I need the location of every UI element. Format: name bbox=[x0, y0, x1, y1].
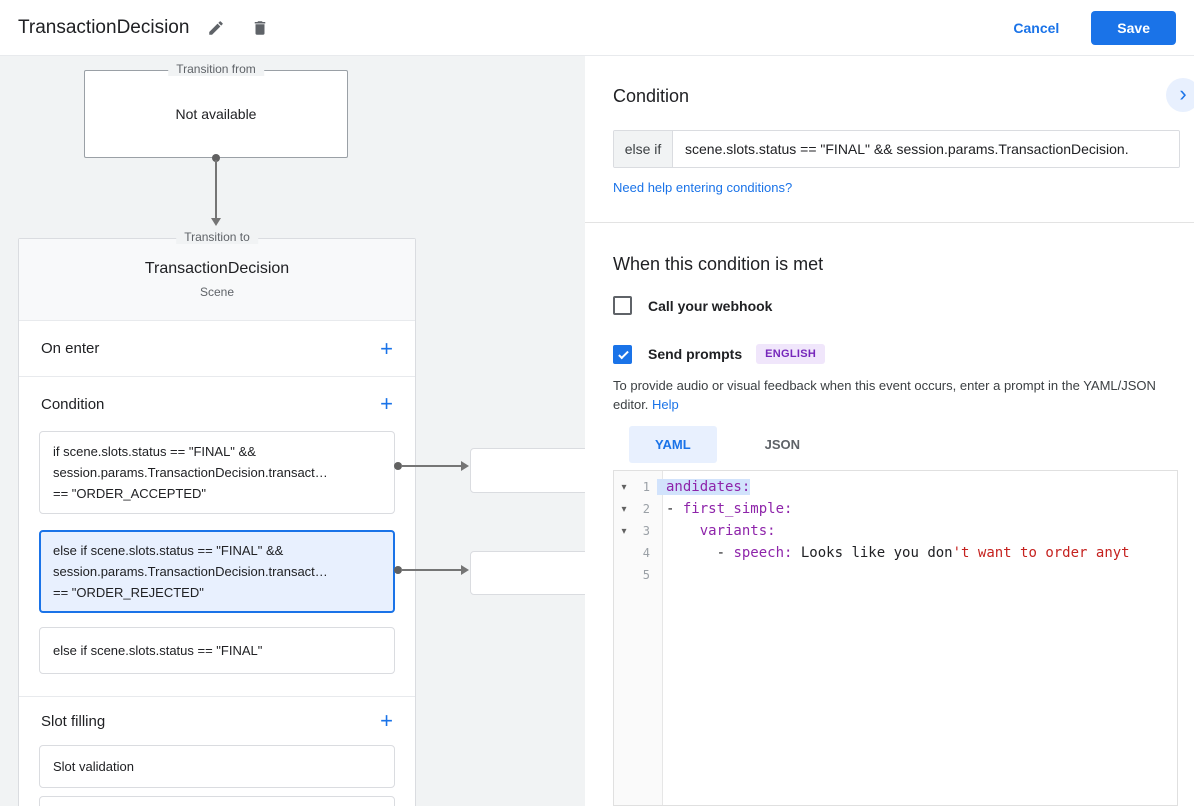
line-number: 5 bbox=[642, 568, 650, 582]
yaml-key: variants: bbox=[699, 523, 776, 539]
condition-line: == "ORDER_REJECTED" bbox=[53, 585, 204, 600]
yaml-indent: - bbox=[666, 545, 734, 561]
code-text: - first_simple: bbox=[657, 501, 792, 517]
prompt-description-text: To provide audio or visual feedback when… bbox=[613, 378, 1156, 412]
connector-line bbox=[215, 160, 217, 218]
yaml-value: Looks like you don bbox=[792, 545, 953, 561]
transition-from-content: Not available bbox=[175, 106, 257, 122]
condition-line: session.params.TransactionDecision.trans… bbox=[53, 465, 328, 480]
code-text: - speech: Looks like you don't want to o… bbox=[657, 545, 1130, 561]
code-line[interactable]: 5 bbox=[614, 564, 1177, 586]
slot-validation-item[interactable]: Slot validation bbox=[39, 745, 395, 788]
slot-filling-label: Slot filling bbox=[41, 712, 106, 730]
webhook-label: Call your webhook bbox=[648, 297, 773, 314]
code-line[interactable]: 4 - speech: Looks like you don't want to… bbox=[614, 542, 1177, 564]
condition-section-header: Condition + bbox=[19, 377, 415, 431]
condition-editor-row: else if bbox=[613, 130, 1180, 168]
transition-from-box: Transition from Not available bbox=[84, 62, 348, 158]
edge-arrowhead-icon bbox=[461, 565, 469, 575]
help-link[interactable]: Help bbox=[652, 397, 679, 412]
panel-condition-heading: Condition bbox=[613, 86, 690, 106]
on-enter-section: On enter + bbox=[19, 321, 415, 377]
yaml-string: 't want to order anyt bbox=[952, 545, 1130, 561]
trash-icon bbox=[255, 20, 266, 35]
yaml-punct: - bbox=[666, 501, 683, 517]
transition-from-label: Transition from bbox=[168, 62, 264, 76]
slot-filling-section-header: Slot filling + bbox=[19, 697, 415, 745]
editor-tabs: YAML JSON bbox=[629, 426, 826, 463]
yaml-key: first_simple: bbox=[682, 501, 793, 517]
add-on-enter-button[interactable]: + bbox=[380, 337, 393, 359]
tab-json[interactable]: JSON bbox=[739, 426, 826, 463]
page-title: TransactionDecision bbox=[18, 16, 190, 38]
add-condition-button[interactable]: + bbox=[380, 393, 393, 415]
condition-detail-panel: Condition › else if Need help entering c… bbox=[585, 56, 1194, 806]
pencil-icon bbox=[209, 20, 224, 35]
language-badge: ENGLISH bbox=[756, 344, 826, 364]
line-number: 2 bbox=[642, 502, 650, 516]
webhook-checkbox[interactable] bbox=[613, 296, 632, 315]
edge-line bbox=[401, 569, 461, 571]
condition-help-link[interactable]: Need help entering conditions? bbox=[613, 180, 792, 195]
transition-to-card: Transition to TransactionDecision Scene … bbox=[18, 230, 416, 806]
line-number: 1 bbox=[642, 480, 650, 494]
line-number: 4 bbox=[642, 546, 650, 560]
code-line[interactable]: ▾ 3 variants: bbox=[614, 520, 1177, 542]
condition-line: else if scene.slots.status == "FINAL" bbox=[53, 643, 263, 658]
target-node[interactable] bbox=[470, 551, 585, 595]
add-slot-button[interactable]: + bbox=[380, 710, 393, 732]
main-area: Transition from Not available Transition… bbox=[0, 56, 1194, 806]
cancel-button[interactable]: Cancel bbox=[1013, 20, 1059, 36]
send-prompts-row: Send prompts ENGLISH bbox=[613, 344, 826, 364]
scene-card-header: TransactionDecision Scene bbox=[19, 239, 415, 321]
when-condition-heading: When this condition is met bbox=[613, 254, 824, 274]
panel-divider bbox=[585, 222, 1194, 223]
yaml-key: speech: bbox=[733, 545, 793, 561]
edit-title-button[interactable] bbox=[199, 11, 233, 45]
condition-operator[interactable]: else if bbox=[614, 131, 673, 167]
scene-name: TransactionDecision bbox=[144, 260, 290, 277]
next-item-partial[interactable] bbox=[39, 796, 395, 806]
tab-yaml[interactable]: YAML bbox=[629, 426, 717, 463]
send-prompts-checkbox[interactable] bbox=[613, 344, 632, 364]
check-icon bbox=[618, 348, 629, 359]
condition-line: == "ORDER_ACCEPTED" bbox=[53, 486, 206, 501]
scene-canvas: Transition from Not available Transition… bbox=[0, 56, 585, 806]
edge-arrowhead-icon bbox=[461, 461, 469, 471]
code-text: andidates: bbox=[657, 479, 751, 495]
delete-scene-button[interactable] bbox=[243, 11, 277, 45]
code-text: variants: bbox=[657, 523, 776, 539]
top-bar: TransactionDecision Cancel Save bbox=[0, 0, 1194, 56]
line-number: 3 bbox=[642, 524, 650, 538]
yaml-code-editor[interactable]: ▾ 1 andidates: ▾ 2 - first_simple: ▾ 3 v… bbox=[613, 470, 1178, 806]
code-line[interactable]: ▾ 1 andidates: bbox=[614, 476, 1177, 498]
condition-line: if scene.slots.status == "FINAL" && bbox=[53, 444, 256, 459]
condition-line: session.params.TransactionDecision.trans… bbox=[53, 564, 328, 579]
send-prompts-label: Send prompts bbox=[648, 346, 743, 362]
code-line[interactable]: ▾ 2 - first_simple: bbox=[614, 498, 1177, 520]
webhook-row: Call your webhook bbox=[613, 296, 772, 315]
transition-to-label: Transition to bbox=[176, 230, 258, 244]
yaml-key: andidates: bbox=[666, 479, 751, 495]
fold-arrow-icon[interactable]: ▾ bbox=[614, 482, 634, 493]
prompt-description: To provide audio or visual feedback when… bbox=[613, 376, 1169, 414]
fold-arrow-icon[interactable]: ▾ bbox=[614, 526, 634, 537]
chevron-right-icon: › bbox=[1179, 80, 1187, 106]
expand-panel-button[interactable]: › bbox=[1166, 78, 1194, 112]
fold-arrow-icon[interactable]: ▾ bbox=[614, 504, 634, 515]
connector-arrowhead-icon bbox=[211, 218, 221, 226]
condition-item-accepted[interactable]: if scene.slots.status == "FINAL" && sess… bbox=[39, 431, 395, 514]
condition-expression-input[interactable] bbox=[673, 131, 1179, 167]
condition-line: else if scene.slots.status == "FINAL" && bbox=[53, 543, 284, 558]
save-button[interactable]: Save bbox=[1091, 10, 1176, 45]
scene-type: Scene bbox=[199, 285, 235, 299]
yaml-indent bbox=[666, 523, 700, 539]
condition-section-label: Condition bbox=[41, 395, 105, 413]
condition-item-final[interactable]: else if scene.slots.status == "FINAL" bbox=[39, 627, 395, 674]
target-node[interactable] bbox=[470, 448, 585, 493]
edge-line bbox=[401, 465, 461, 467]
condition-item-rejected[interactable]: else if scene.slots.status == "FINAL" &&… bbox=[39, 530, 395, 613]
on-enter-label: On enter bbox=[41, 340, 100, 357]
